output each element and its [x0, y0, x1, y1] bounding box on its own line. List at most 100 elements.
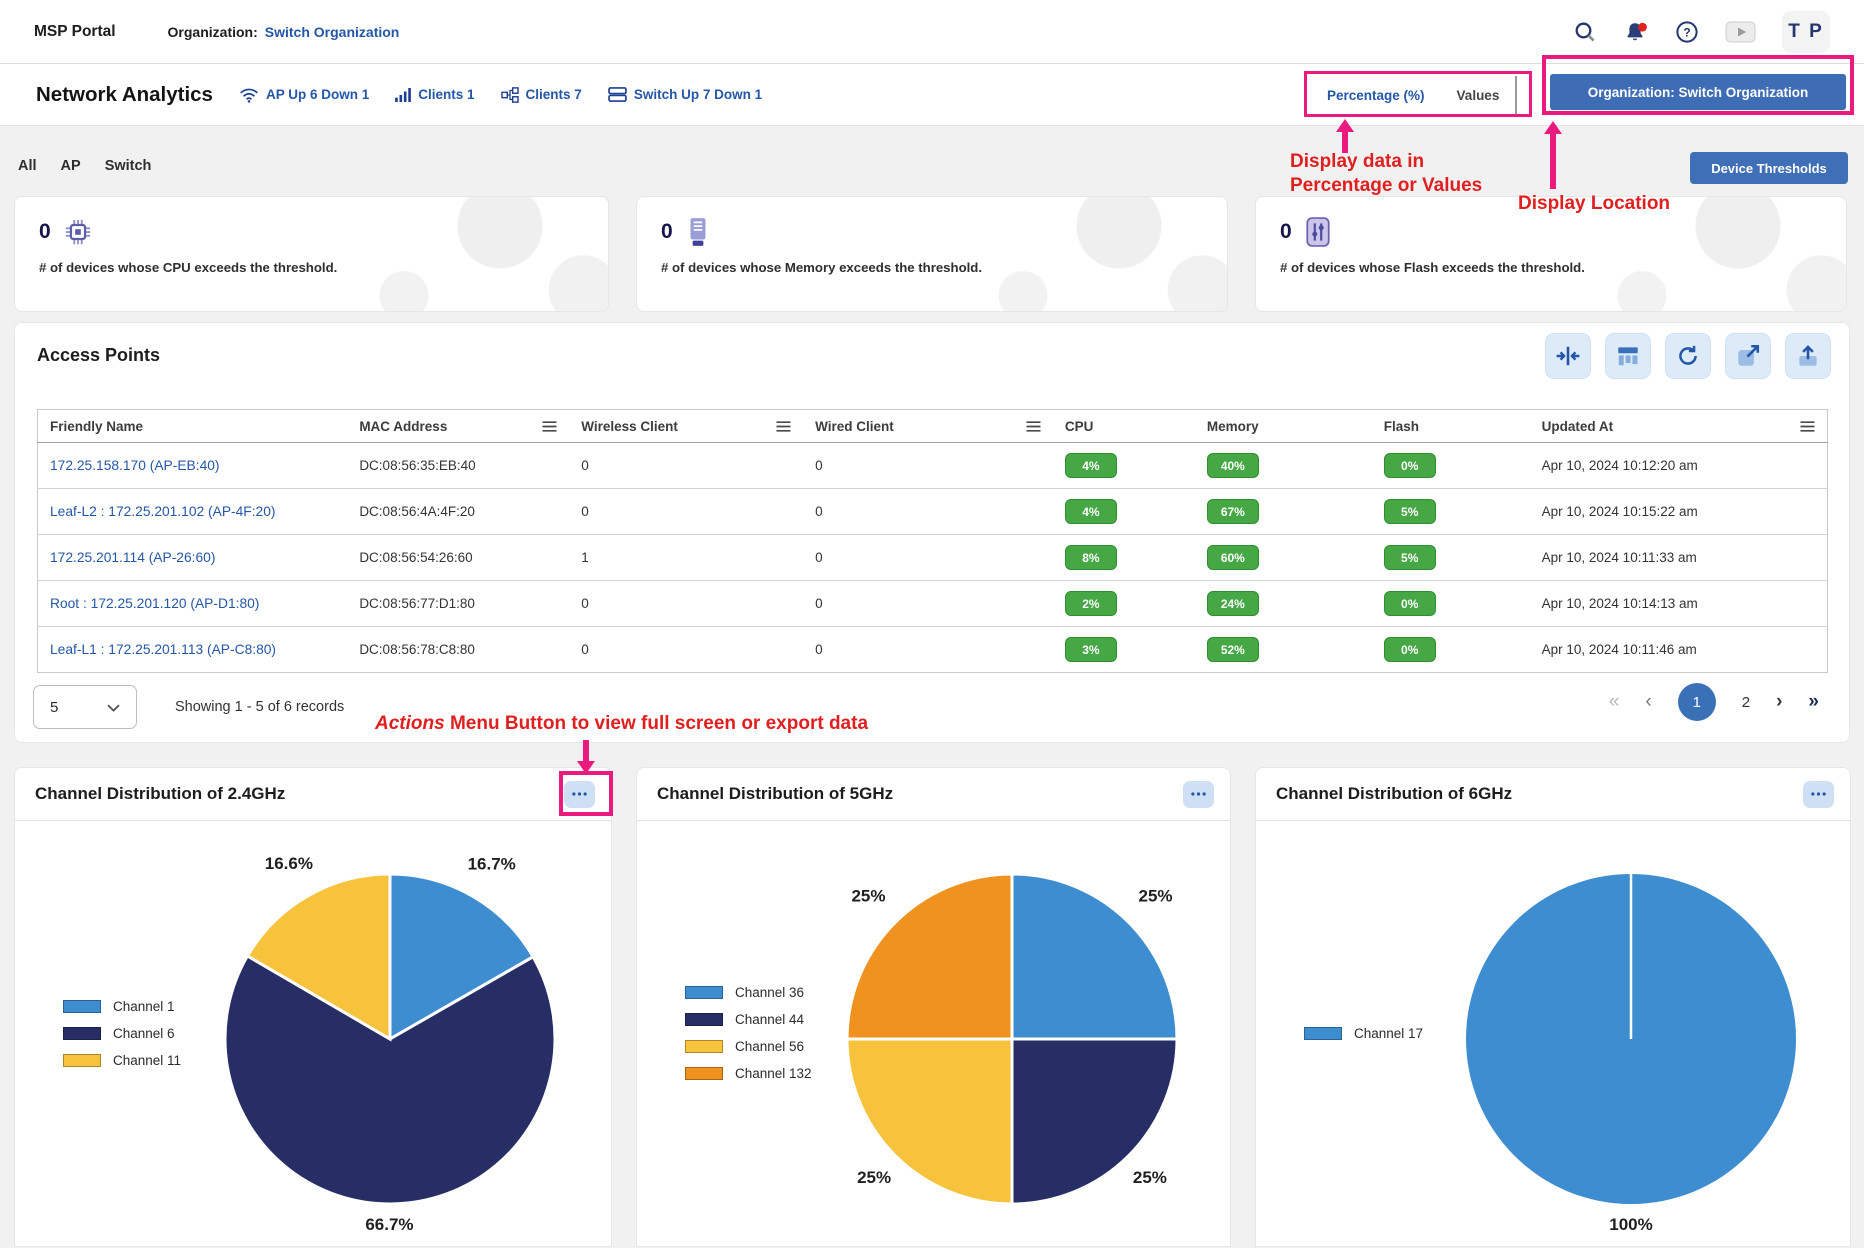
access-points-table: Friendly NameMAC Address Wireless Client W… — [37, 409, 1828, 673]
cell-wireless: 1 — [569, 535, 803, 581]
cell-name: 172.25.201.114 (AP-26:60) — [38, 535, 348, 581]
cpu-icon — [63, 217, 93, 247]
pie-chart: Channel 1Channel 6Channel 1116.7%66.7%16… — [15, 821, 611, 1248]
chart-card-1: Channel Distribution of 2.4GHz Channel 1C… — [14, 767, 612, 1247]
table-toolbar — [1545, 333, 1831, 379]
column-header-memory[interactable]: Memory — [1195, 410, 1372, 443]
column-header-friendly-name[interactable]: Friendly Name — [38, 410, 348, 443]
chart-title: Channel Distribution of 6GHz — [1276, 784, 1512, 804]
pie-chart: Channel 36Channel 44Channel 56Channel 13… — [637, 821, 1230, 1248]
stat-label: Switch Up 7 Down 1 — [634, 87, 762, 102]
actions-menu-button[interactable] — [1183, 781, 1214, 808]
columns-button[interactable] — [1605, 333, 1651, 379]
stat-switch-up-7-down-1: Switch Up 7 Down 1 — [608, 87, 762, 102]
app-brand: MSP Portal — [34, 23, 116, 41]
actions-menu-button[interactable] — [564, 781, 595, 808]
cell-updated: Apr 10, 2024 10:11:46 am — [1530, 627, 1828, 673]
cpu-usage-badge: 4% — [1065, 499, 1117, 524]
cell-wireless: 0 — [569, 581, 803, 627]
first-page-icon[interactable]: « — [1609, 691, 1620, 713]
switch-icon — [608, 87, 627, 102]
threshold-count: 0 — [1280, 220, 1292, 244]
tab-switch[interactable]: Switch — [105, 158, 152, 174]
pie-percent-label: 25% — [857, 1168, 891, 1187]
column-header-wireless-client[interactable]: Wireless Client — [569, 410, 803, 443]
column-label: Wired Client — [815, 419, 894, 434]
page-2[interactable]: 2 — [1742, 694, 1750, 711]
device-thresholds-button[interactable]: Device Thresholds — [1690, 152, 1848, 184]
memory-usage-badge: 24% — [1207, 591, 1259, 616]
filter-lines-icon[interactable] — [1026, 421, 1041, 432]
cell-memory: 24% — [1195, 581, 1372, 627]
cell-memory: 40% — [1195, 443, 1372, 489]
pie-percent-label: 16.6% — [265, 854, 313, 873]
filter-lines-icon[interactable] — [776, 421, 791, 432]
svg-text:?: ? — [1683, 25, 1690, 39]
pagination: « ‹ 1 2 › » — [1609, 683, 1819, 721]
organization-selector-button[interactable]: Organization: Switch Organization — [1550, 74, 1846, 110]
export-button[interactable] — [1785, 333, 1831, 379]
device-name-link[interactable]: 172.25.201.114 (AP-26:60) — [50, 550, 215, 565]
chart-title: Channel Distribution of 2.4GHz — [35, 784, 285, 804]
chart-card-3: Channel Distribution of 6GHzChannel 1710… — [1255, 767, 1851, 1247]
signal-bars-icon — [395, 88, 411, 102]
search-icon[interactable] — [1573, 20, 1597, 44]
next-page-icon[interactable]: › — [1776, 691, 1782, 713]
cell-cpu: 4% — [1053, 443, 1195, 489]
help-icon[interactable]: ? — [1675, 20, 1699, 44]
column-header-wired-client[interactable]: Wired Client — [803, 410, 1053, 443]
stat-clients-7: Clients 7 — [501, 87, 582, 103]
columns-icon — [1615, 343, 1641, 369]
fit-columns-button[interactable] — [1545, 333, 1591, 379]
tab-all[interactable]: All — [18, 158, 37, 174]
video-tutorial-icon[interactable] — [1725, 21, 1756, 43]
page-size-select[interactable]: 5 — [33, 685, 137, 729]
avatar[interactable]: T P — [1782, 11, 1830, 53]
threshold-count: 0 — [661, 220, 673, 244]
stat-label: AP Up 6 Down 1 — [266, 87, 369, 102]
flash-usage-badge: 0% — [1384, 591, 1436, 616]
actions-menu-button[interactable] — [1803, 781, 1834, 808]
chart-title: Channel Distribution of 5GHz — [657, 784, 893, 804]
clients-topology-icon — [501, 87, 519, 103]
cell-mac: DC:08:56:35:EB:40 — [347, 443, 569, 489]
device-name-link[interactable]: Leaf-L2 : 172.25.201.102 (AP-4F:20) — [50, 504, 276, 519]
column-header-flash[interactable]: Flash — [1372, 410, 1530, 443]
device-name-link[interactable]: Leaf-L1 : 172.25.201.113 (AP-C8:80) — [50, 642, 276, 657]
cell-wired: 0 — [803, 489, 1053, 535]
column-label: Wireless Client — [581, 419, 678, 434]
prev-page-icon[interactable]: ‹ — [1645, 691, 1651, 713]
annotation-arrow-actions — [577, 740, 595, 773]
top-bar: MSP Portal Organization: Switch Organiza… — [0, 0, 1864, 64]
organization-link[interactable]: Switch Organization — [265, 24, 400, 40]
column-header-updated-at[interactable]: Updated At — [1530, 410, 1828, 443]
page-1-current[interactable]: 1 — [1678, 683, 1716, 721]
expand-icon — [1735, 343, 1761, 369]
cell-updated: Apr 10, 2024 10:11:33 am — [1530, 535, 1828, 581]
cell-memory: 67% — [1195, 489, 1372, 535]
filter-lines-icon[interactable] — [542, 421, 557, 432]
last-page-icon[interactable]: » — [1808, 691, 1819, 713]
refresh-button[interactable] — [1665, 333, 1711, 379]
toggle-values-option[interactable]: Values — [1441, 76, 1518, 114]
toggle-percentage-option[interactable]: Percentage (%) — [1311, 76, 1441, 114]
filter-lines-icon[interactable] — [1800, 421, 1815, 432]
cell-wireless: 0 — [569, 489, 803, 535]
threshold-count: 0 — [39, 220, 51, 244]
flash-usage-badge: 5% — [1384, 499, 1436, 524]
column-header-cpu[interactable]: CPU — [1053, 410, 1195, 443]
cell-cpu: 8% — [1053, 535, 1195, 581]
export-icon — [1795, 343, 1821, 369]
ellipsis-icon — [1191, 792, 1206, 796]
tab-ap[interactable]: AP — [61, 158, 81, 174]
device-name-link[interactable]: 172.25.158.170 (AP-EB:40) — [50, 458, 220, 473]
notification-bell-icon[interactable] — [1623, 20, 1649, 44]
cell-mac: DC:08:56:54:26:60 — [347, 535, 569, 581]
expand-button[interactable] — [1725, 333, 1771, 379]
device-name-link[interactable]: Root : 172.25.201.120 (AP-D1:80) — [50, 596, 259, 611]
cell-wireless: 0 — [569, 443, 803, 489]
pie-percent-label: 100% — [1609, 1215, 1652, 1234]
cpu-usage-badge: 8% — [1065, 545, 1117, 570]
flash-icon — [1304, 217, 1332, 247]
column-header-mac-address[interactable]: MAC Address — [347, 410, 569, 443]
